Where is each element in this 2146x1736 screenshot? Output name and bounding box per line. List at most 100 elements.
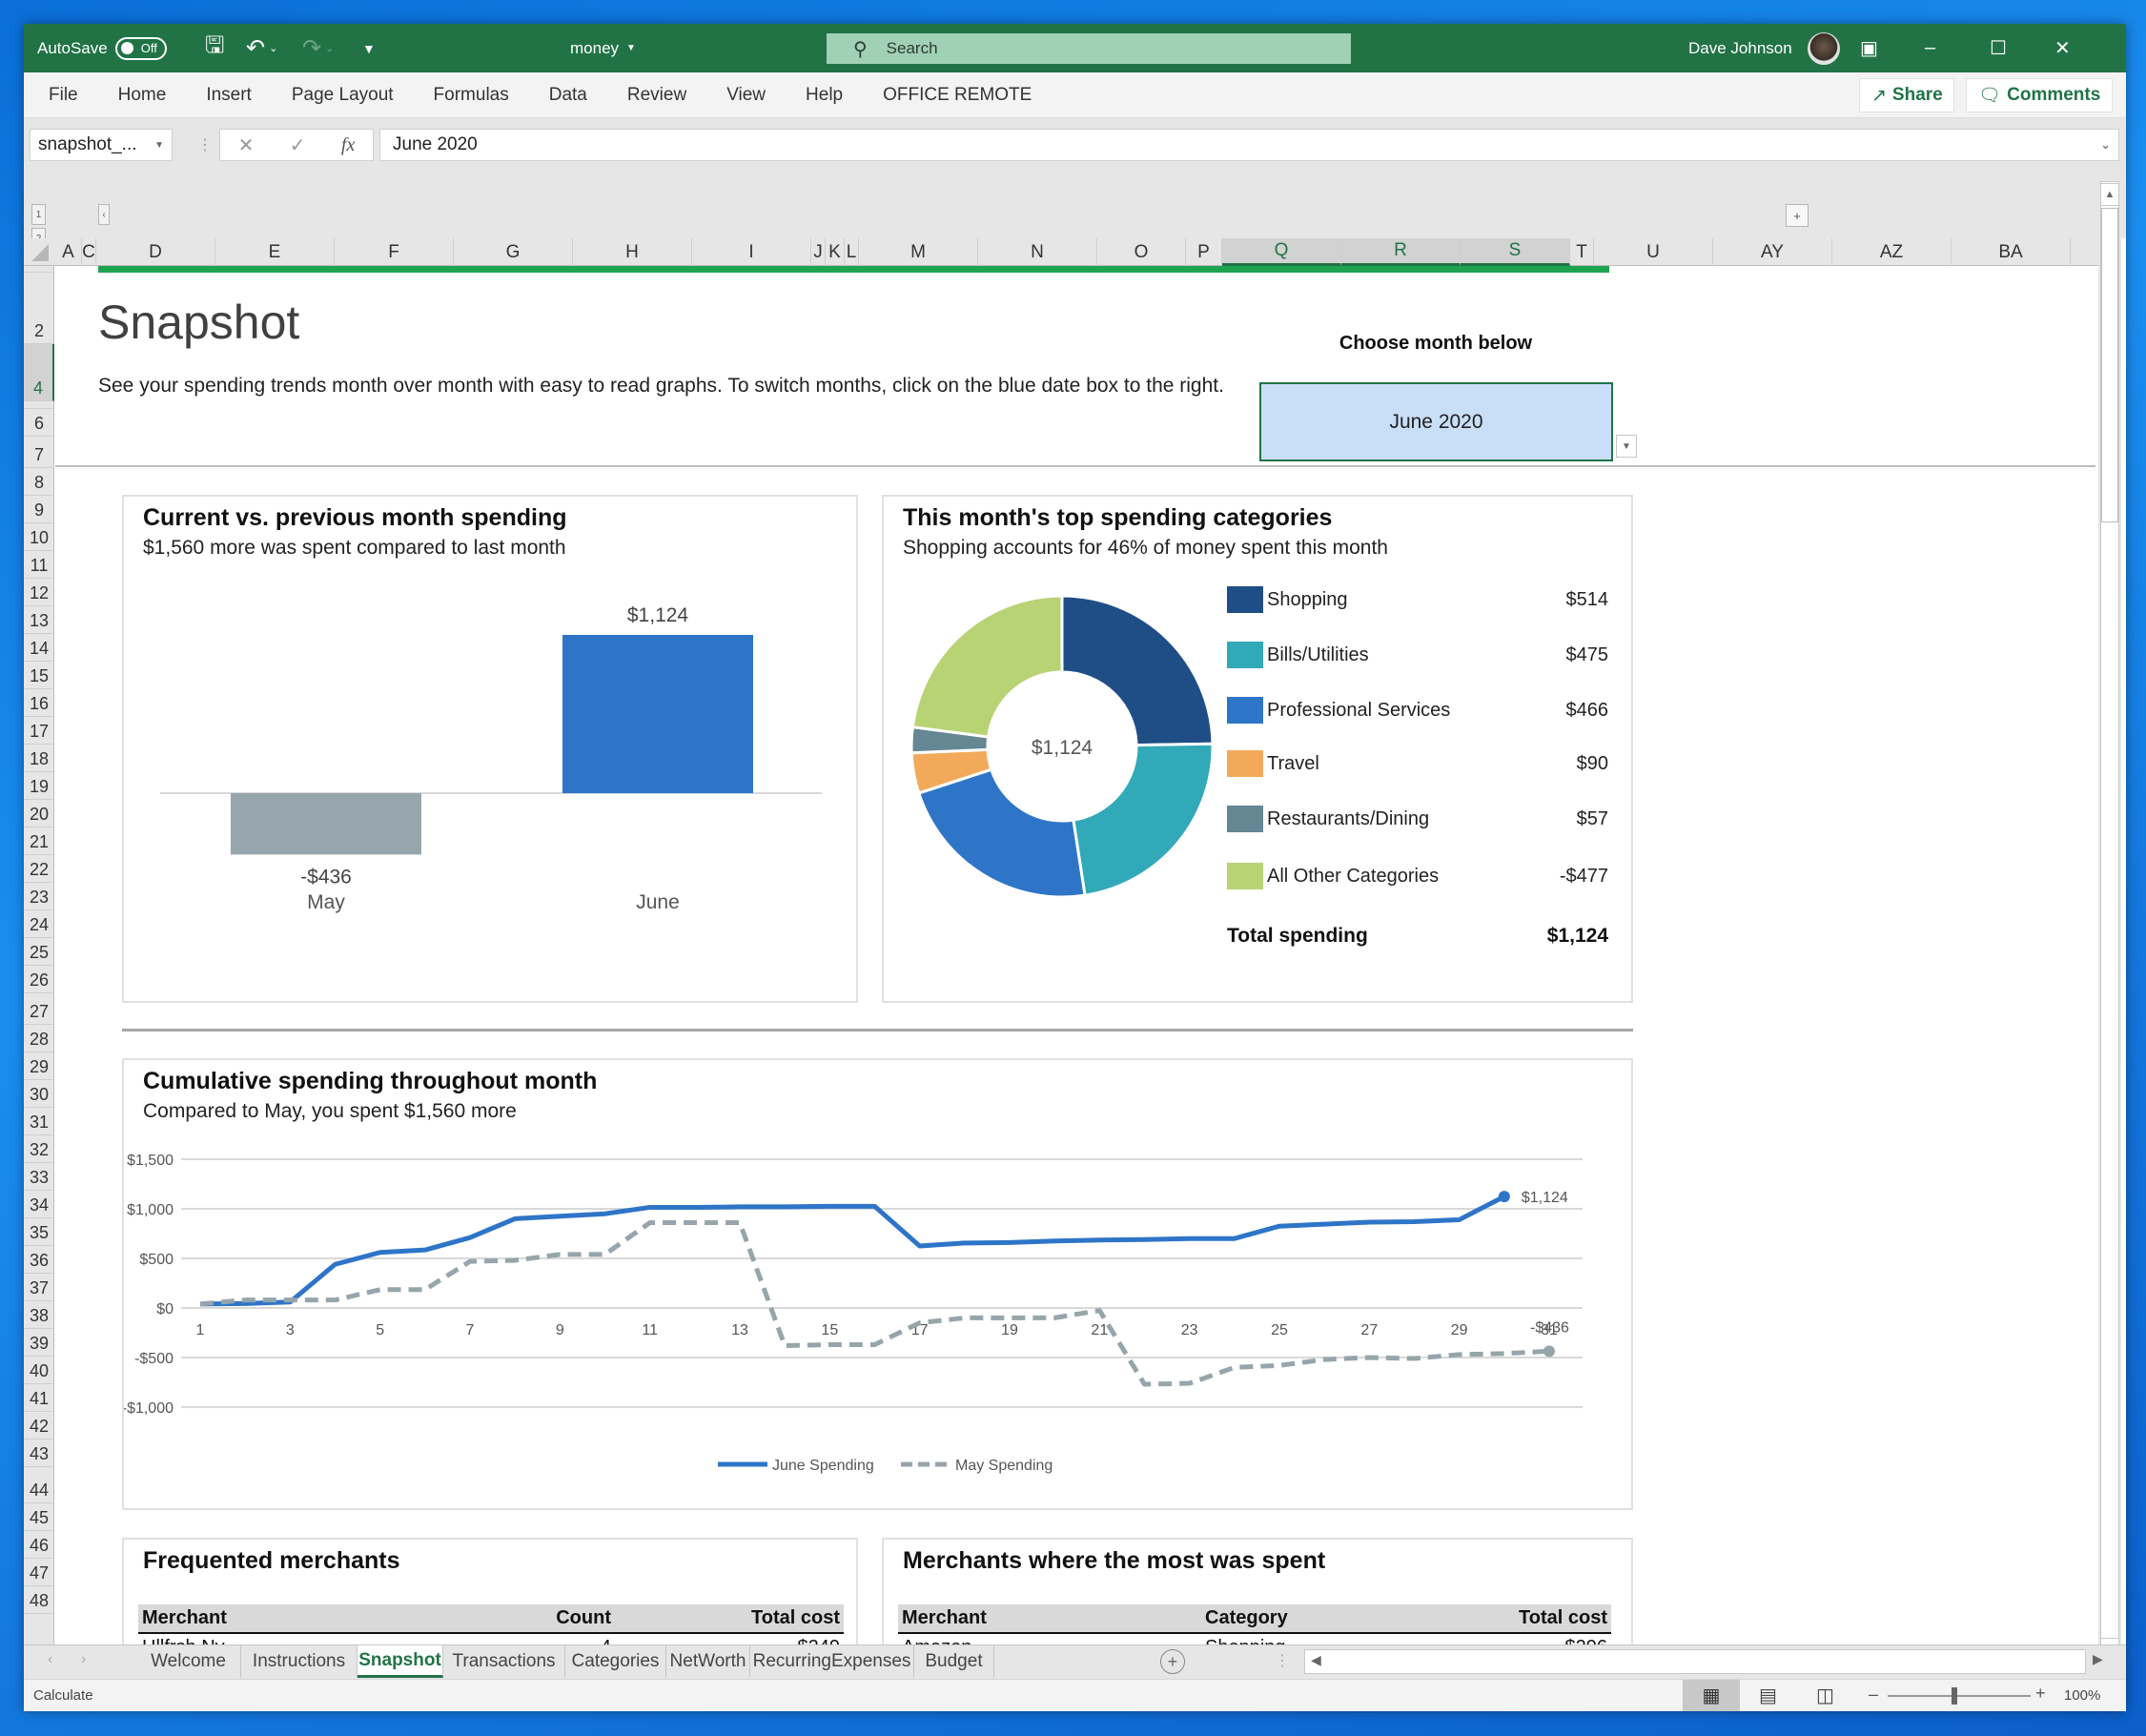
column-header-m[interactable]: M [859,238,978,266]
row-header-28[interactable]: 28 [24,1025,54,1052]
horizontal-scrollbar[interactable]: ◀ [1304,1649,2086,1674]
normal-view-icon[interactable]: ▦ [1683,1680,1740,1711]
month-select-cell[interactable]: June 2020 [1259,382,1613,461]
zoom-slider-thumb[interactable] [1952,1687,1957,1705]
column-header-e[interactable]: E [215,238,335,266]
enter-icon[interactable]: ✓ [290,133,306,157]
row-header-18[interactable]: 18 [24,745,54,772]
tab-scroll-left-icon[interactable]: ‹ [48,1651,52,1668]
scroll-right-icon[interactable]: ▶ [2093,1651,2103,1667]
row-header-15[interactable]: 15 [24,662,54,689]
sheet-tab-transactions[interactable]: Transactions [443,1645,565,1678]
row-header-16[interactable]: 16 [24,689,54,717]
autosave-toggle[interactable]: Off [114,36,167,60]
drag-handle-icon[interactable]: ⋮ [197,135,213,154]
undo-icon[interactable]: ↶ ⌄ [246,24,277,72]
column-header-f[interactable]: F [335,238,454,266]
column-header-d[interactable]: D [96,238,215,266]
menu-view[interactable]: View [706,85,786,106]
column-header-g[interactable]: G [454,238,573,266]
row-header-36[interactable]: 36 [24,1246,54,1274]
month-dropdown-button[interactable]: ▼ [1616,435,1637,458]
row-header-42[interactable]: 42 [24,1412,54,1440]
column-header-az[interactable]: AZ [1832,238,1952,266]
expand-formula-icon[interactable]: ⌄ [2100,137,2111,153]
column-header-s[interactable]: S [1461,238,1570,266]
tab-scroll-right-icon[interactable]: › [81,1651,86,1668]
row-header-9[interactable]: 9 [24,496,54,523]
vertical-scrollbar[interactable]: ▲ ▼ [2098,181,2121,1668]
row-header-8[interactable]: 8 [24,468,54,496]
row-header-41[interactable]: 41 [24,1384,54,1412]
row-header-27[interactable]: 27 [24,993,54,1025]
zoom-in-button[interactable]: + [2035,1684,2046,1704]
insert-function-icon[interactable]: fx [341,134,355,156]
menu-home[interactable]: Home [98,85,187,106]
column-header-p[interactable]: P [1186,238,1222,266]
save-icon[interactable]: 🖫 [205,24,224,72]
menu-file[interactable]: File [24,85,98,106]
scroll-left-icon[interactable]: ◀ [1311,1652,1321,1668]
row-header-47[interactable]: 47 [24,1559,54,1586]
row-header-7[interactable]: 7 [24,437,54,468]
filename-dropdown[interactable]: money ▼ [570,24,636,72]
zoom-slider[interactable] [1888,1695,2031,1697]
outline-expand-button[interactable]: + [1786,204,1809,227]
sheet-tab-snapshot[interactable]: Snapshot [358,1645,443,1678]
close-icon[interactable]: ✕ [2054,24,2119,72]
formula-input[interactable]: June 2020 ⌄ [379,129,2119,161]
column-header-q[interactable]: Q [1222,238,1341,266]
menu-help[interactable]: Help [786,85,863,106]
row-header-20[interactable]: 20 [24,800,54,827]
minimize-icon[interactable]: – [1925,24,1990,72]
select-all-corner[interactable] [31,244,49,261]
maximize-icon[interactable]: ☐ [1990,24,2054,72]
sheet-tab-networth[interactable]: NetWorth [666,1645,750,1678]
row-header-2[interactable]: 2 [24,273,54,344]
row-header-21[interactable]: 21 [24,827,54,855]
column-header-c[interactable]: C [82,238,96,266]
tab-split-handle[interactable]: ⋮ [1275,1651,1290,1670]
add-sheet-button[interactable]: + [1160,1649,1185,1674]
menu-office-remote[interactable]: OFFICE REMOTE [863,85,1052,106]
row-header-39[interactable]: 39 [24,1329,54,1357]
row-header-24[interactable]: 24 [24,910,54,938]
row-header-45[interactable]: 45 [24,1503,54,1531]
row-header-46[interactable]: 46 [24,1531,54,1559]
row-header-1[interactable]: 1 [24,266,54,273]
zoom-level[interactable]: 100% [2064,1687,2100,1704]
sheet-tab-welcome[interactable]: Welcome [136,1645,241,1678]
column-header-a[interactable]: A [55,238,82,266]
row-header-13[interactable]: 13 [24,606,54,634]
row-header-48[interactable]: 48 [24,1586,54,1614]
sheet-tab-recurringexpenses[interactable]: RecurringExpenses [750,1645,914,1678]
ribbon-display-icon[interactable]: ▣ [1860,24,1925,72]
page-layout-view-icon[interactable]: ▤ [1759,1684,1777,1707]
menu-insert[interactable]: Insert [186,85,272,106]
row-header-22[interactable]: 22 [24,855,54,883]
comments-button[interactable]: 🗨 Comments [1966,78,2113,112]
row-header-40[interactable]: 40 [24,1357,54,1384]
row-header-6[interactable]: 6 [24,409,54,437]
menu-data[interactable]: Data [529,85,607,106]
redo-icon[interactable]: ↷ ⌄ [302,24,334,72]
cancel-icon[interactable]: ✕ [238,133,255,157]
customize-toolbar-icon[interactable]: ▼ [362,24,376,72]
row-header-14[interactable]: 14 [24,634,54,662]
row-header-29[interactable]: 29 [24,1052,54,1080]
column-header-l[interactable]: L [845,238,859,266]
row-header-11[interactable]: 11 [24,551,54,579]
row-header-43[interactable]: 43 [24,1440,54,1467]
sheet-tab-categories[interactable]: Categories [565,1645,666,1678]
menu-page-layout[interactable]: Page Layout [272,85,414,106]
column-header-r[interactable]: R [1341,238,1461,266]
row-header-12[interactable]: 12 [24,579,54,606]
row-header-32[interactable]: 32 [24,1135,54,1163]
row-header-26[interactable]: 26 [24,966,54,993]
sheet-tab-instructions[interactable]: Instructions [241,1645,358,1678]
row-header-38[interactable]: 38 [24,1301,54,1329]
row-header-17[interactable]: 17 [24,717,54,745]
column-header-n[interactable]: N [978,238,1097,266]
column-header-h[interactable]: H [573,238,692,266]
avatar[interactable] [1807,31,1840,65]
